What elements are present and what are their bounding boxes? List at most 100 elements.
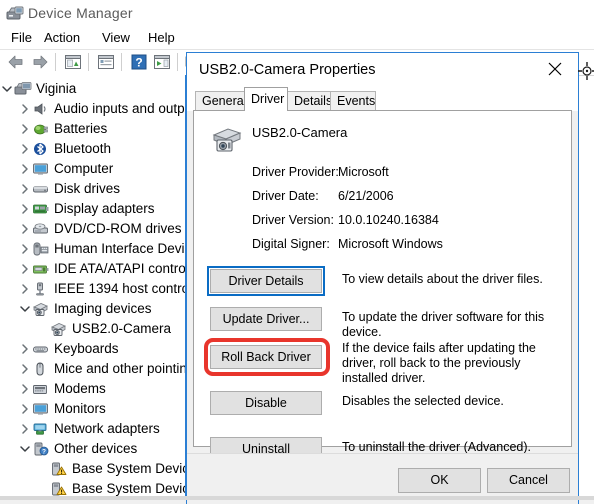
disk-drive-icon [32,181,50,197]
chevron-right-icon[interactable] [19,243,31,255]
tree-node[interactable]: Modems [0,379,186,399]
action-description: If the device fails after updating the d… [342,341,536,385]
driver-field-value: 6/21/2006 [338,189,394,203]
imaging-device-icon [32,301,50,317]
driver-field-value: Microsoft Windows [338,237,443,251]
tree-node[interactable]: Batteries [0,119,186,139]
bluetooth-icon [32,141,50,157]
chevron-right-icon[interactable] [19,343,31,355]
tree-node[interactable]: Network adapters [0,419,186,439]
menu-action[interactable]: Action [37,28,87,48]
network-adapter-icon [32,421,50,437]
toolbar-separator-3 [121,53,122,71]
tree-node[interactable]: USB2.0-Camera [0,319,186,339]
hid-icon [32,241,50,257]
menu-view[interactable]: View [95,28,137,48]
chevron-right-icon[interactable] [19,163,31,175]
driver-field-label: Digital Signer: [252,237,330,251]
chevron-right-icon[interactable] [19,223,31,235]
chevron-right-icon[interactable] [19,143,31,155]
update-driver-button[interactable]: Update Driver... [210,307,322,331]
tree-node[interactable]: Imaging devices [0,299,186,319]
tree-node[interactable]: Display adapters [0,199,186,219]
chevron-right-icon[interactable] [19,123,31,135]
tree-node[interactable]: DVD/CD-ROM drives [0,219,186,239]
tab-driver[interactable]: Driver [244,87,288,111]
chevron-right-icon[interactable] [19,283,31,295]
back-arrow-icon[interactable] [6,52,26,72]
resize-crosshair-cursor [578,62,594,80]
tree-node-label: Modems [54,381,106,396]
camera-icon [50,321,68,337]
warning-device-icon [50,461,68,477]
tree-node-label: Computer [54,161,114,176]
svg-text:?: ? [42,449,46,456]
tab-events[interactable]: Events [330,91,376,111]
roll-back-driver-button[interactable]: Roll Back Driver [210,345,322,369]
driver-field-value: Microsoft [338,165,389,179]
ieee1394-icon [32,281,50,297]
device-tree[interactable]: Viginia Audio inputs and outputs Batteries… [0,75,186,500]
tree-root-node[interactable]: Viginia [0,79,186,99]
battery-icon [32,121,50,137]
menu-file[interactable]: File [4,28,39,48]
tree-node-label: USB2.0-Camera [72,321,172,336]
tree-node[interactable]: Keyboards [0,339,186,359]
chevron-right-icon[interactable] [19,103,31,115]
tree-node[interactable]: Mice and other pointing devices [0,359,186,379]
forward-arrow-icon[interactable] [30,52,50,72]
tree-node[interactable]: Disk drives [0,179,186,199]
dialog-titlebar: USB2.0-Camera Properties [187,53,578,89]
tree-node-label: Human Interface Devices [54,241,186,256]
action-description: Disables the selected device. [342,394,504,408]
cancel-button[interactable]: Cancel [487,468,570,493]
menu-help[interactable]: Help [141,28,182,48]
tab-general[interactable]: General [195,91,246,111]
tree-node[interactable]: Computer [0,159,186,179]
unknown-device-icon: ? [32,441,50,457]
tree-node[interactable]: Bluetooth [0,139,186,159]
driver-field-label: Driver Date: [252,189,319,203]
monitor-icon [32,161,50,177]
details-view-icon[interactable] [96,52,116,72]
tree-node-label: IDE ATA/ATAPI controllers [54,261,186,276]
tree-node[interactable]: Base System Device [0,459,186,479]
tree-node[interactable]: Monitors [0,399,186,419]
device-manager-icon [6,6,24,22]
tree-node[interactable]: ? Other devices [0,439,186,459]
keyboard-icon [32,341,50,357]
chevron-right-icon[interactable] [19,363,31,375]
chevron-down-icon[interactable] [19,303,31,315]
tree-node-label: Base System Device [72,461,186,476]
chevron-right-icon[interactable] [19,383,31,395]
close-icon[interactable] [534,53,578,85]
chevron-down-icon[interactable] [19,443,31,455]
scan-icon[interactable] [152,52,172,72]
tree-node[interactable]: Human Interface Devices [0,239,186,259]
action-description: To update the driver software for this d… [342,310,545,339]
chevron-right-icon[interactable] [19,403,31,415]
tree-node[interactable]: IDE ATA/ATAPI controllers [0,259,186,279]
tab-details[interactable]: Details [287,91,332,111]
tree-node[interactable]: Audio inputs and outputs [0,99,186,119]
driver-field-value: 10.0.10240.16384 [338,213,439,227]
action-description: To view details about the driver files. [342,272,543,286]
device-name: USB2.0-Camera [252,125,348,140]
tree-node-label: Bluetooth [54,141,112,156]
disable-button[interactable]: Disable [210,391,322,415]
focus-ring [207,266,325,296]
ok-button[interactable]: OK [398,468,481,493]
chevron-right-icon[interactable] [19,183,31,195]
chevron-right-icon[interactable] [19,263,31,275]
modem-icon [32,381,50,397]
tree-node-label: Disk drives [54,181,121,196]
help-icon[interactable]: ? [129,52,149,72]
monitor-icon [32,401,50,417]
chevron-right-icon[interactable] [19,423,31,435]
tree-node[interactable]: IEEE 1394 host controllers [0,279,186,299]
properties-icon[interactable] [63,52,83,72]
tree-node-label: Other devices [54,441,138,456]
chevron-right-icon[interactable] [19,203,31,215]
tab-strip: General Driver Details Events [187,87,578,111]
chevron-down-icon[interactable] [1,83,13,95]
